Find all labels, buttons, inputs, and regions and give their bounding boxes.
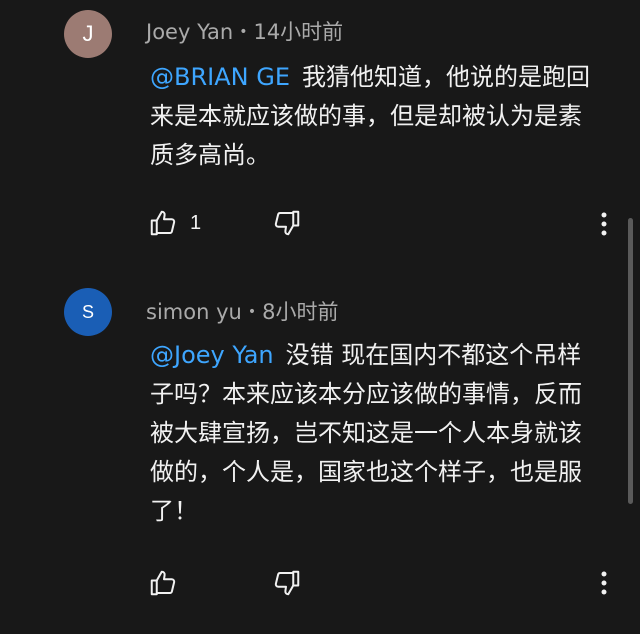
author-name[interactable]: simon yu	[146, 300, 242, 324]
comment-item: S simon yu • 8小时前 @Joey Yan 没错 现在国内不都这个吊样子吗…	[0, 268, 640, 634]
more-vert-icon	[601, 212, 607, 236]
like-button[interactable]	[146, 566, 180, 600]
thumb-down-icon	[274, 210, 300, 236]
comment-item: J Joey Yan • 14小时前 @BRIAN GE 我猜他知道，他说的是跑回来是…	[0, 0, 640, 260]
comment-actions	[146, 563, 304, 603]
thumb-up-icon	[150, 210, 176, 236]
meta-separator: •	[239, 24, 248, 40]
dislike-button[interactable]	[270, 206, 304, 240]
scrollbar[interactable]	[628, 218, 633, 504]
thumb-up-icon	[150, 570, 176, 596]
comment-text: @BRIAN GE 我猜他知道，他说的是跑回来是本就应该做的事，但是却被认为是素质…	[150, 58, 598, 175]
comment-time[interactable]: 8小时前	[262, 300, 338, 324]
like-count: 1	[190, 211, 202, 234]
avatar-letter: S	[81, 301, 94, 322]
comment-meta: Joey Yan • 14小时前	[146, 16, 343, 46]
meta-separator: •	[247, 304, 257, 320]
comment-time[interactable]: 14小时前	[253, 20, 343, 44]
avatar[interactable]: J	[64, 10, 112, 58]
dislike-button[interactable]	[270, 566, 304, 600]
mention-link[interactable]: @Joey Yan	[150, 341, 274, 369]
more-options-button[interactable]	[590, 206, 618, 242]
comment-text: @Joey Yan 没错 现在国内不都这个吊样子吗？本来应该本分应该做的事情，反而…	[150, 336, 598, 531]
more-vert-icon	[601, 571, 607, 595]
comment-actions: 1	[146, 203, 304, 243]
author-name[interactable]: Joey Yan	[146, 20, 233, 44]
avatar[interactable]: S	[64, 288, 112, 336]
like-button[interactable]	[146, 206, 180, 240]
thumb-down-icon	[274, 570, 300, 596]
mention-link[interactable]: @BRIAN GE	[150, 63, 290, 91]
more-options-button[interactable]	[590, 565, 618, 601]
comment-meta: simon yu • 8小时前	[146, 296, 338, 326]
avatar-letter: J	[82, 21, 94, 46]
